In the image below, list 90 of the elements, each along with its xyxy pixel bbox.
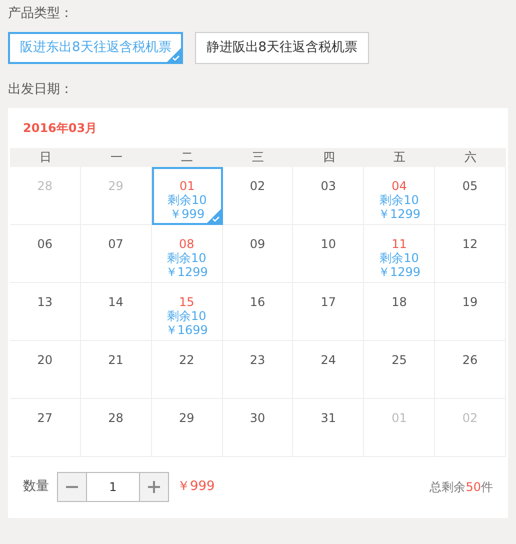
day-cell[interactable]: 28 [80, 399, 152, 457]
day-cell[interactable]: 23 [222, 341, 294, 399]
day-number: 31 [320, 411, 336, 425]
day-number: 02 [250, 179, 266, 193]
weekday-label: 三 [250, 149, 265, 166]
day-number: 29 [178, 411, 194, 425]
day-cell[interactable]: 22 [152, 341, 223, 399]
day-number: 21 [108, 353, 124, 367]
weekday-label: 五 [392, 149, 407, 166]
price-text: ￥999 [170, 207, 205, 221]
day-number: 06 [37, 237, 53, 251]
day-cell[interactable]: 16 [222, 283, 294, 341]
stock-text: 剩余10 [380, 193, 419, 207]
day-number: 23 [250, 353, 266, 367]
day-cell[interactable]: 30 [222, 399, 294, 457]
day-number: 18 [392, 295, 407, 309]
section-label: 产品类型： [8, 5, 74, 23]
stock-text: 剩余10 [166, 309, 206, 323]
day-number: 29 [108, 179, 124, 193]
day-cell[interactable]: 29 [152, 399, 223, 457]
day-cell[interactable]: 26 [435, 341, 506, 399]
day-cell[interactable]: 27 [10, 399, 81, 457]
weekday-label: 六 [464, 149, 478, 166]
remaining-total: 总剩余50件 [430, 479, 493, 496]
day-cell[interactable]: 02 [222, 167, 294, 225]
day-number: 28 [37, 179, 53, 193]
day-number: 27 [37, 411, 53, 425]
decrease-button[interactable] [57, 472, 87, 502]
stock-text: 剩余10 [380, 251, 419, 265]
price-text: ￥1299 [378, 265, 420, 279]
day-cell[interactable]: 17 [293, 283, 364, 341]
day-cell[interactable]: 18 [364, 283, 436, 341]
day-number: 08 [178, 237, 194, 251]
day-number: 17 [320, 295, 336, 309]
plus-icon [148, 480, 160, 493]
price-text: ￥1299 [165, 265, 208, 279]
day-number: 11 [392, 237, 407, 251]
day-number: 01 [392, 411, 407, 425]
day-number: 28 [108, 411, 124, 425]
day-cell[interactable]: 19 [435, 283, 506, 341]
day-number: 05 [462, 179, 478, 193]
day-number: 15 [178, 295, 194, 309]
quantity-label: 数量 [23, 478, 49, 496]
quantity-field[interactable]: 1 [87, 472, 139, 502]
product-option[interactable]: 静进阪出8天往返含税机票 [195, 32, 369, 64]
day-number: 20 [37, 353, 53, 367]
day-number: 07 [108, 237, 124, 251]
section-label: 出发日期： [8, 81, 74, 99]
weekday-label: 日 [38, 149, 52, 166]
weekday-label: 一 [109, 149, 124, 166]
day-number: 04 [392, 179, 407, 193]
day-cell[interactable]: 20 [10, 341, 81, 399]
day-number: 26 [462, 353, 478, 367]
day-cell[interactable]: 12 [435, 225, 506, 283]
day-number: 13 [37, 295, 53, 309]
day-cell[interactable]: 06 [10, 225, 81, 283]
price-text: ￥1299 [378, 207, 420, 221]
day-number: 01 [179, 179, 195, 193]
day-number: 09 [250, 237, 266, 251]
stock-text: 剩余10 [166, 251, 206, 265]
day-cell[interactable]: 13 [10, 283, 81, 341]
weekday-label: 二 [180, 149, 194, 166]
day-cell[interactable]: 05 [435, 167, 506, 225]
day-number: 16 [250, 295, 266, 309]
day-cell[interactable]: 07 [80, 225, 152, 283]
day-cell[interactable]: 24 [293, 341, 364, 399]
stock-text: 剩余10 [167, 193, 207, 207]
day-cell[interactable]: 14 [80, 283, 152, 341]
day-number: 24 [320, 353, 336, 367]
day-number: 19 [462, 295, 478, 309]
day-number: 22 [178, 353, 194, 367]
day-number: 03 [320, 179, 336, 193]
day-number: 12 [462, 237, 478, 251]
day-number: 02 [462, 411, 478, 425]
day-cell[interactable]: 31 [293, 399, 364, 457]
day-number: 14 [108, 295, 124, 309]
day-number: 30 [250, 411, 266, 425]
weekday-label: 四 [322, 149, 336, 166]
day-number: 25 [392, 353, 407, 367]
day-number: 10 [320, 237, 336, 251]
day-cell[interactable]: 09 [222, 225, 294, 283]
price-text: ￥1699 [165, 323, 208, 337]
day-cell[interactable]: 21 [80, 341, 152, 399]
total-price: ￥999 [177, 478, 215, 496]
increase-button[interactable] [139, 472, 169, 502]
day-cell[interactable]: 03 [293, 167, 364, 225]
month-title: 2016年03月 [22, 120, 98, 137]
check-corner-icon [206, 209, 221, 223]
day-cell[interactable]: 25 [364, 341, 436, 399]
day-cell[interactable]: 10 [293, 225, 364, 283]
